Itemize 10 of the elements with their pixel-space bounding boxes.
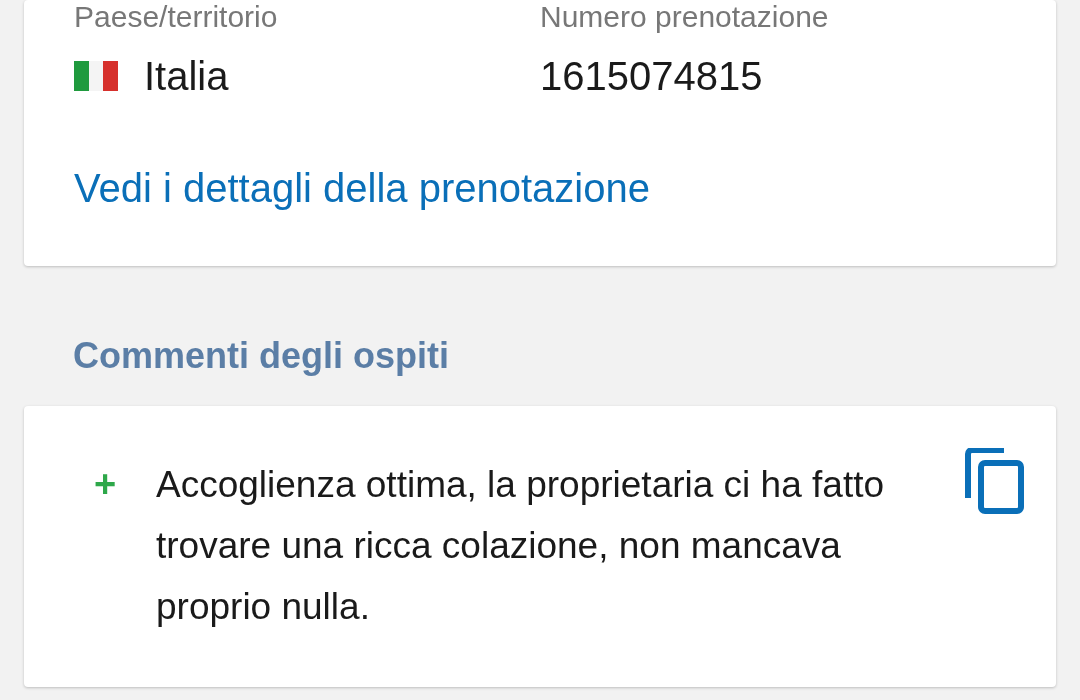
booking-details-link[interactable]: Vedi i dettagli della prenotazione (74, 166, 650, 211)
copy-icon[interactable] (964, 448, 1024, 514)
country-value: Italia (144, 53, 229, 99)
positive-sign: + (94, 462, 118, 507)
flag-icon (74, 61, 118, 91)
section-heading: Commenti degli ospiti (73, 336, 450, 378)
booking-number-label: Numero prenotazione (540, 0, 830, 34)
country-label: Paese/territorio (74, 0, 279, 34)
comment-text: Accoglienza ottima, la proprietaria ci ha fatto trovare una ricca colazione, non mancava proprio nulla. (156, 463, 886, 629)
booking-number: 1615074815 (540, 53, 763, 99)
